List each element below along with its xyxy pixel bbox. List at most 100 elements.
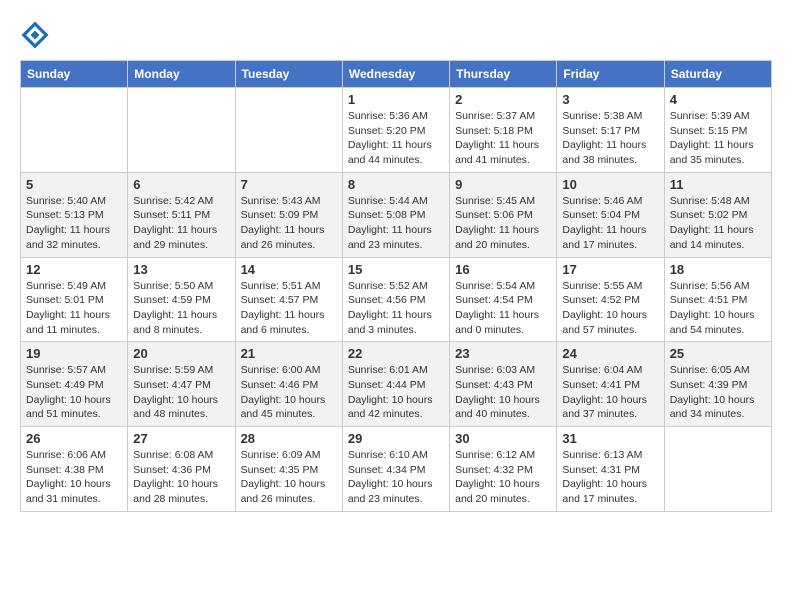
calendar-cell: 15 Sunrise: 5:52 AM Sunset: 4:56 PM Dayli…	[342, 257, 449, 342]
weekday-header: Thursday	[450, 61, 557, 88]
day-number: 13	[133, 262, 229, 277]
calendar-cell: 26Sunrise: 6:06 AM Sunset: 4:38 PM Dayli…	[21, 427, 128, 512]
calendar-cell: 31 Sunrise: 6:13 AM Sunset: 4:31 PM Dayli…	[557, 427, 664, 512]
day-number: 7	[241, 177, 337, 192]
calendar-cell: 19 Sunrise: 5:57 AM Sunset: 4:49 PM Dayli…	[21, 342, 128, 427]
calendar-cell: 9 Sunrise: 5:45 AM Sunset: 5:06 PM Daylig…	[450, 172, 557, 257]
calendar-cell: 5Sunrise: 5:40 AM Sunset: 5:13 PM Daylig…	[21, 172, 128, 257]
calendar-week-row: 26Sunrise: 6:06 AM Sunset: 4:38 PM Dayli…	[21, 427, 772, 512]
calendar-cell: 22Sunrise: 6:01 AM Sunset: 4:44 PM Dayli…	[342, 342, 449, 427]
weekday-header: Sunday	[21, 61, 128, 88]
day-number: 30	[455, 431, 551, 446]
day-number: 9	[455, 177, 551, 192]
calendar-cell: 16 Sunrise: 5:54 AM Sunset: 4:54 PM Dayli…	[450, 257, 557, 342]
calendar-cell: 20 Sunrise: 5:59 AM Sunset: 4:47 PM Dayli…	[128, 342, 235, 427]
day-info: Sunrise: 5:57 AM Sunset: 4:49 PM Dayligh…	[26, 363, 122, 422]
day-info: Sunrise: 5:54 AM Sunset: 4:54 PM Dayligh…	[455, 279, 551, 338]
day-info: Sunrise: 6:00 AM Sunset: 4:46 PM Dayligh…	[241, 363, 337, 422]
calendar-cell: 10Sunrise: 5:46 AM Sunset: 5:04 PM Dayli…	[557, 172, 664, 257]
calendar-cell	[235, 88, 342, 173]
day-number: 14	[241, 262, 337, 277]
calendar-cell: 4 Sunrise: 5:39 AM Sunset: 5:15 PM Daylig…	[664, 88, 771, 173]
day-info: Sunrise: 6:04 AM Sunset: 4:41 PM Dayligh…	[562, 363, 658, 422]
day-info: Sunrise: 6:12 AM Sunset: 4:32 PM Dayligh…	[455, 448, 551, 507]
calendar-cell	[21, 88, 128, 173]
day-info: Sunrise: 5:37 AM Sunset: 5:18 PM Dayligh…	[455, 109, 551, 168]
logo-icon	[20, 20, 50, 50]
calendar-cell: 1 Sunrise: 5:36 AM Sunset: 5:20 PM Daylig…	[342, 88, 449, 173]
day-info: Sunrise: 6:06 AM Sunset: 4:38 PM Dayligh…	[26, 448, 122, 507]
day-number: 1	[348, 92, 444, 107]
weekday-header: Monday	[128, 61, 235, 88]
day-number: 3	[562, 92, 658, 107]
calendar-cell: 14 Sunrise: 5:51 AM Sunset: 4:57 PM Dayli…	[235, 257, 342, 342]
calendar-cell: 17 Sunrise: 5:55 AM Sunset: 4:52 PM Dayli…	[557, 257, 664, 342]
calendar-cell: 12 Sunrise: 5:49 AM Sunset: 5:01 PM Dayli…	[21, 257, 128, 342]
day-number: 4	[670, 92, 766, 107]
day-number: 23	[455, 346, 551, 361]
day-info: Sunrise: 5:38 AM Sunset: 5:17 PM Dayligh…	[562, 109, 658, 168]
day-info: Sunrise: 5:42 AM Sunset: 5:11 PM Dayligh…	[133, 194, 229, 253]
day-number: 2	[455, 92, 551, 107]
weekday-header-row: SundayMondayTuesdayWednesdayThursdayFrid…	[21, 61, 772, 88]
day-number: 12	[26, 262, 122, 277]
day-info: Sunrise: 6:03 AM Sunset: 4:43 PM Dayligh…	[455, 363, 551, 422]
day-info: Sunrise: 5:56 AM Sunset: 4:51 PM Dayligh…	[670, 279, 766, 338]
day-info: Sunrise: 6:01 AM Sunset: 4:44 PM Dayligh…	[348, 363, 444, 422]
calendar-week-row: 5Sunrise: 5:40 AM Sunset: 5:13 PM Daylig…	[21, 172, 772, 257]
day-info: Sunrise: 6:09 AM Sunset: 4:35 PM Dayligh…	[241, 448, 337, 507]
day-number: 24	[562, 346, 658, 361]
day-info: Sunrise: 5:52 AM Sunset: 4:56 PM Dayligh…	[348, 279, 444, 338]
day-info: Sunrise: 5:40 AM Sunset: 5:13 PM Dayligh…	[26, 194, 122, 253]
day-number: 17	[562, 262, 658, 277]
day-info: Sunrise: 5:45 AM Sunset: 5:06 PM Dayligh…	[455, 194, 551, 253]
day-number: 20	[133, 346, 229, 361]
day-info: Sunrise: 5:59 AM Sunset: 4:47 PM Dayligh…	[133, 363, 229, 422]
calendar-cell: 30 Sunrise: 6:12 AM Sunset: 4:32 PM Dayli…	[450, 427, 557, 512]
calendar-cell: 28Sunrise: 6:09 AM Sunset: 4:35 PM Dayli…	[235, 427, 342, 512]
weekday-header: Saturday	[664, 61, 771, 88]
weekday-header: Wednesday	[342, 61, 449, 88]
calendar-cell: 23 Sunrise: 6:03 AM Sunset: 4:43 PM Dayli…	[450, 342, 557, 427]
day-number: 19	[26, 346, 122, 361]
calendar-cell: 18Sunrise: 5:56 AM Sunset: 4:51 PM Dayli…	[664, 257, 771, 342]
calendar-cell	[664, 427, 771, 512]
day-number: 27	[133, 431, 229, 446]
calendar-week-row: 1 Sunrise: 5:36 AM Sunset: 5:20 PM Daylig…	[21, 88, 772, 173]
day-info: Sunrise: 6:08 AM Sunset: 4:36 PM Dayligh…	[133, 448, 229, 507]
day-number: 16	[455, 262, 551, 277]
day-number: 21	[241, 346, 337, 361]
calendar-week-row: 12 Sunrise: 5:49 AM Sunset: 5:01 PM Dayli…	[21, 257, 772, 342]
day-number: 10	[562, 177, 658, 192]
day-info: Sunrise: 5:44 AM Sunset: 5:08 PM Dayligh…	[348, 194, 444, 253]
day-info: Sunrise: 6:13 AM Sunset: 4:31 PM Dayligh…	[562, 448, 658, 507]
day-info: Sunrise: 5:49 AM Sunset: 5:01 PM Dayligh…	[26, 279, 122, 338]
calendar-cell	[128, 88, 235, 173]
calendar-cell: 6Sunrise: 5:42 AM Sunset: 5:11 PM Daylig…	[128, 172, 235, 257]
day-number: 25	[670, 346, 766, 361]
day-info: Sunrise: 5:48 AM Sunset: 5:02 PM Dayligh…	[670, 194, 766, 253]
day-info: Sunrise: 5:51 AM Sunset: 4:57 PM Dayligh…	[241, 279, 337, 338]
calendar-cell: 25 Sunrise: 6:05 AM Sunset: 4:39 PM Dayli…	[664, 342, 771, 427]
day-info: Sunrise: 5:50 AM Sunset: 4:59 PM Dayligh…	[133, 279, 229, 338]
day-info: Sunrise: 6:05 AM Sunset: 4:39 PM Dayligh…	[670, 363, 766, 422]
calendar-cell: 3 Sunrise: 5:38 AM Sunset: 5:17 PM Daylig…	[557, 88, 664, 173]
day-number: 15	[348, 262, 444, 277]
calendar-cell: 7Sunrise: 5:43 AM Sunset: 5:09 PM Daylig…	[235, 172, 342, 257]
calendar-cell: 29Sunrise: 6:10 AM Sunset: 4:34 PM Dayli…	[342, 427, 449, 512]
day-number: 31	[562, 431, 658, 446]
calendar-cell: 8Sunrise: 5:44 AM Sunset: 5:08 PM Daylig…	[342, 172, 449, 257]
logo	[20, 20, 54, 50]
calendar-cell: 24 Sunrise: 6:04 AM Sunset: 4:41 PM Dayli…	[557, 342, 664, 427]
day-number: 29	[348, 431, 444, 446]
day-number: 11	[670, 177, 766, 192]
calendar-week-row: 19 Sunrise: 5:57 AM Sunset: 4:49 PM Dayli…	[21, 342, 772, 427]
weekday-header: Tuesday	[235, 61, 342, 88]
calendar-cell: 13 Sunrise: 5:50 AM Sunset: 4:59 PM Dayli…	[128, 257, 235, 342]
day-info: Sunrise: 5:39 AM Sunset: 5:15 PM Dayligh…	[670, 109, 766, 168]
calendar-table: SundayMondayTuesdayWednesdayThursdayFrid…	[20, 60, 772, 512]
calendar-cell: 27 Sunrise: 6:08 AM Sunset: 4:36 PM Dayli…	[128, 427, 235, 512]
day-info: Sunrise: 5:55 AM Sunset: 4:52 PM Dayligh…	[562, 279, 658, 338]
day-info: Sunrise: 5:36 AM Sunset: 5:20 PM Dayligh…	[348, 109, 444, 168]
weekday-header: Friday	[557, 61, 664, 88]
